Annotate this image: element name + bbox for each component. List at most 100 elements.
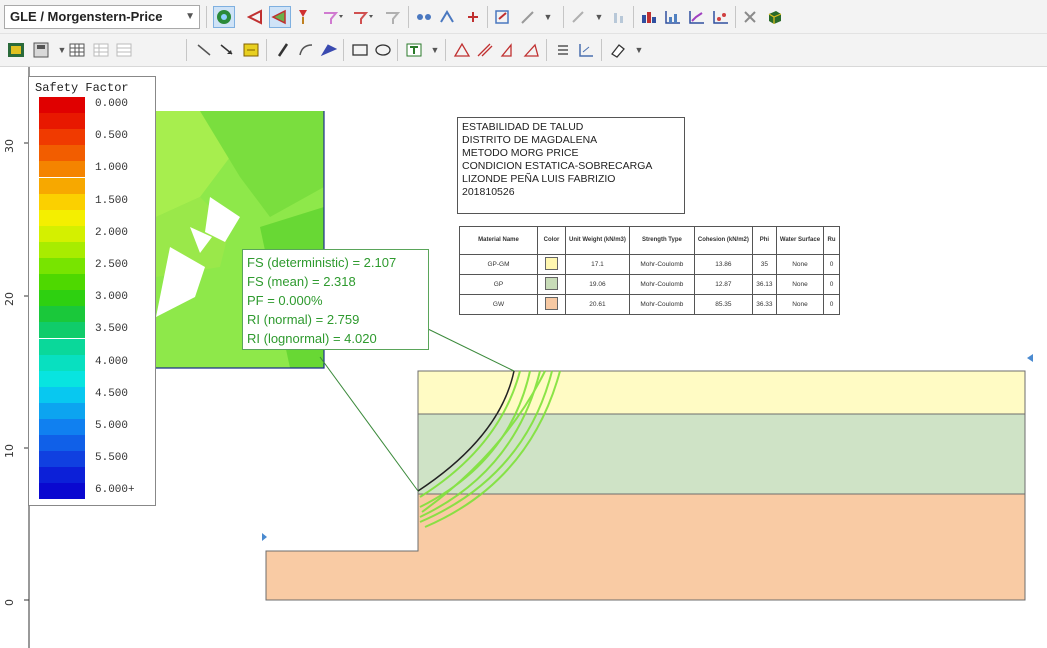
legend-label: 6.000+ xyxy=(95,484,135,497)
boundary-marker-right[interactable] xyxy=(1027,354,1033,362)
title-line: METODO MORG PRICE xyxy=(462,147,579,159)
legend-title: Safety Factor xyxy=(35,81,129,95)
add-query-icon[interactable] xyxy=(462,6,484,28)
legend-swatch xyxy=(39,193,85,210)
probability-icon[interactable] xyxy=(292,6,314,28)
chevron-down-icon[interactable]: ▼ xyxy=(588,6,610,28)
legend-swatch xyxy=(39,419,85,435)
legend-label: 2.500 xyxy=(95,259,129,271)
table-header: Strength Type xyxy=(628,226,695,255)
filter-surfaces-icon[interactable] xyxy=(322,6,344,28)
legend-swatch xyxy=(39,241,85,258)
toolbar-separator xyxy=(266,39,267,61)
leader-line xyxy=(427,328,515,372)
title-line: ESTABILIDAD DE TALUD xyxy=(462,121,584,133)
probability-of-failure: PF = 0.000% xyxy=(247,293,323,308)
safety-factor-legend[interactable]: Safety Factor 0.000 0.500 1.000 1.500 2.000 2… xyxy=(28,76,156,506)
measure-tool-icon[interactable] xyxy=(520,39,542,61)
water-surface: None xyxy=(775,294,825,315)
pencil-tool-icon[interactable] xyxy=(272,39,294,61)
phi: 36.13 xyxy=(751,274,777,295)
strength-type: Mohr-Coulomb xyxy=(628,274,695,295)
toolbar-separator xyxy=(563,6,564,28)
boundary-marker-left[interactable] xyxy=(262,533,267,541)
drawing-toolbar: ▼ ▼ ▼ xyxy=(0,34,1047,67)
analysis-method-dropdown[interactable]: GLE / Morgenstern-Price ▼ xyxy=(4,5,200,29)
info-view-icon[interactable] xyxy=(5,39,27,61)
filter-options-icon[interactable] xyxy=(352,6,374,28)
title-line: LIZONDE PEÑA LUIS FABRIZIO xyxy=(462,173,616,185)
scatter-plot-icon[interactable] xyxy=(710,6,732,28)
bar-chart-icon[interactable] xyxy=(638,6,660,28)
material-properties-table[interactable]: Material Name Color Unit Weight (kN/m3) … xyxy=(459,226,841,315)
leader-line xyxy=(319,356,419,492)
slip-surface-icon[interactable] xyxy=(269,6,291,28)
axis-tool-icon[interactable] xyxy=(575,39,597,61)
safety-factor-results-box[interactable]: FS (deterministic) = 2.107 FS (mean) = 2… xyxy=(242,249,429,350)
layer-gp-gm xyxy=(417,370,1026,415)
material-color-cell xyxy=(537,254,566,275)
toolbar-separator xyxy=(397,39,398,61)
compute-globe-icon[interactable] xyxy=(213,6,235,28)
angle-tool-icon[interactable] xyxy=(474,39,496,61)
histogram-icon[interactable] xyxy=(662,6,684,28)
title-block[interactable]: ESTABILIDAD DE TALUD DISTRITO DE MAGDALE… xyxy=(457,117,685,214)
analysis-method-value: GLE / Morgenstern-Price xyxy=(10,9,163,24)
legend-label: 5.500 xyxy=(95,452,129,465)
draw-line-icon[interactable] xyxy=(517,6,539,28)
y-tick-label: 30 xyxy=(3,139,16,153)
graph-query-icon[interactable] xyxy=(492,6,514,28)
polyline-tool-icon[interactable] xyxy=(318,39,340,61)
table-header: Color xyxy=(537,226,566,255)
material-color-cell xyxy=(537,274,566,295)
ruler-tool-icon[interactable] xyxy=(497,39,519,61)
layer-gw xyxy=(265,493,1026,601)
table-row: GP-GM 17.1 Mohr-Coulomb 13.86 35 None 0 xyxy=(459,254,841,275)
legend-label: 1.500 xyxy=(95,194,129,207)
save-image-icon[interactable] xyxy=(30,39,52,61)
table-disabled-icon[interactable] xyxy=(90,39,112,61)
query-lines-icon[interactable] xyxy=(437,6,459,28)
legend-label: 3.500 xyxy=(95,323,129,336)
edit-query-icon[interactable] xyxy=(568,6,590,28)
y-tick-label: 10 xyxy=(3,444,16,458)
legend-swatch xyxy=(39,467,85,484)
ru: 0 xyxy=(823,274,841,295)
dimension-tool-icon[interactable] xyxy=(240,39,262,61)
eraser-tool-icon[interactable] xyxy=(607,39,629,61)
legend-swatch xyxy=(39,209,85,226)
cumulative-plot-icon[interactable] xyxy=(686,6,708,28)
legend-label: 0.000 xyxy=(95,98,129,110)
arc-tool-icon[interactable] xyxy=(295,39,317,61)
table-header-row: Material Name Color Unit Weight (kN/m3) … xyxy=(459,226,841,255)
toolbar-separator xyxy=(343,39,344,61)
phi: 36.33 xyxy=(751,294,777,315)
align-tool-icon[interactable] xyxy=(552,39,574,61)
fs-mean: FS (mean) = 2.318 xyxy=(247,274,356,289)
chevron-down-icon[interactable]: ▼ xyxy=(628,39,650,61)
line-tool-icon[interactable] xyxy=(193,39,215,61)
chevron-down-icon[interactable]: ▼ xyxy=(537,6,559,28)
table-icon[interactable] xyxy=(66,39,88,61)
toolbar-separator xyxy=(445,39,446,61)
chart-disabled-icon[interactable] xyxy=(609,6,631,28)
ru: 0 xyxy=(823,254,841,275)
3d-view-icon[interactable] xyxy=(764,6,786,28)
triangle-tool-icon[interactable] xyxy=(451,39,473,61)
legend-swatch xyxy=(39,435,85,452)
table-disabled-icon[interactable] xyxy=(113,39,135,61)
surface-selector-icon[interactable] xyxy=(382,6,404,28)
unit-weight: 20.61 xyxy=(565,294,630,315)
legend-swatch xyxy=(39,402,85,419)
text-box-tool-icon[interactable] xyxy=(403,39,425,61)
query-points-icon[interactable] xyxy=(413,6,435,28)
slice-view-icon[interactable] xyxy=(245,6,267,28)
arrow-tool-icon[interactable] xyxy=(216,39,238,61)
sensitivity-icon[interactable] xyxy=(740,6,762,28)
rectangle-tool-icon[interactable] xyxy=(349,39,371,61)
toolbar-separator xyxy=(408,6,409,28)
chevron-down-icon[interactable]: ▼ xyxy=(424,39,446,61)
ellipse-tool-icon[interactable] xyxy=(372,39,394,61)
table-header: Water Surface xyxy=(775,226,825,255)
toolbar-separator xyxy=(633,6,634,28)
